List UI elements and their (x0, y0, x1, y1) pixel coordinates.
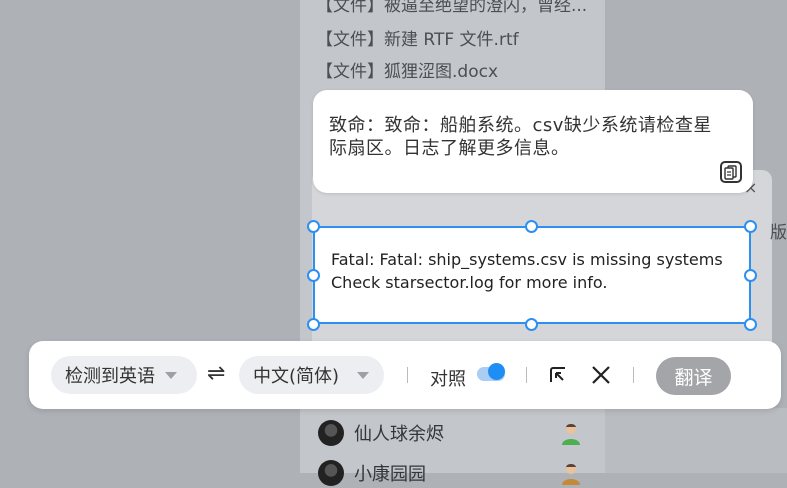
divider (526, 367, 527, 383)
translation-result-text: 致命：致命：船舶系统。csv缺少系统请检查星际扇区。日志了解更多信息。 (329, 115, 712, 159)
resize-handle-bottom-right[interactable] (744, 318, 757, 331)
target-language-select[interactable]: 中文(简体) (239, 356, 384, 394)
contact-name: 仙人球余烬 (354, 424, 444, 445)
toggle-knob (488, 363, 505, 380)
file-item[interactable]: 【文件】狐狸涩图.docx (316, 60, 591, 84)
swap-languages-icon[interactable]: ⇌ (207, 361, 225, 386)
resize-handle-top-left[interactable] (307, 220, 320, 233)
source-text: Fatal: Fatal: ship_systems.csv is missin… (331, 250, 723, 292)
resize-handle-bottom[interactable] (525, 318, 538, 331)
source-language-label: 检测到英语 (65, 366, 155, 387)
member-icon (562, 424, 580, 445)
divider (633, 367, 634, 383)
resize-handle-top-right[interactable] (744, 220, 757, 233)
chevron-down-icon (165, 371, 177, 379)
compare-toggle[interactable] (475, 363, 505, 383)
file-item[interactable]: 【文件】被逼至绝望的澄闪，曾经... (316, 0, 591, 18)
close-icon[interactable] (590, 364, 612, 386)
divider (407, 367, 408, 383)
translation-result-card: 致命：致命：船舶系统。csv缺少系统请检查星际扇区。日志了解更多信息。 (313, 90, 753, 193)
resize-handle-top[interactable] (525, 220, 538, 233)
chevron-down-icon (357, 371, 370, 379)
contact-item[interactable]: 小康园园 (318, 458, 426, 488)
ocr-selection-box[interactable]: Fatal: Fatal: ship_systems.csv is missin… (313, 226, 751, 324)
compare-label: 对照 (430, 369, 466, 390)
contact-item[interactable]: 仙人球余烬 (318, 418, 444, 448)
avatar (318, 420, 344, 446)
file-item[interactable]: 【文件】新建 RTF 文件.rtf (316, 28, 591, 52)
background-area (605, 408, 787, 473)
source-language-select[interactable]: 检测到英语 (51, 356, 197, 394)
target-language-label: 中文(简体) (253, 366, 340, 387)
resize-handle-right[interactable] (744, 269, 757, 282)
avatar (318, 460, 344, 486)
resize-handle-bottom-left[interactable] (307, 318, 320, 331)
pin-corner-icon[interactable] (548, 365, 568, 385)
member-icon (562, 464, 580, 485)
resize-handle-left[interactable] (307, 269, 320, 282)
translate-button[interactable]: 翻译 (656, 357, 731, 395)
contact-name: 小康园园 (354, 464, 426, 485)
translation-toolbar: 检测到英语 ⇌ 中文(简体) 对照 翻译 (29, 341, 781, 409)
copy-button[interactable] (720, 161, 742, 183)
background-text-fragment: 版 (770, 223, 787, 243)
copy-icon (724, 165, 737, 180)
